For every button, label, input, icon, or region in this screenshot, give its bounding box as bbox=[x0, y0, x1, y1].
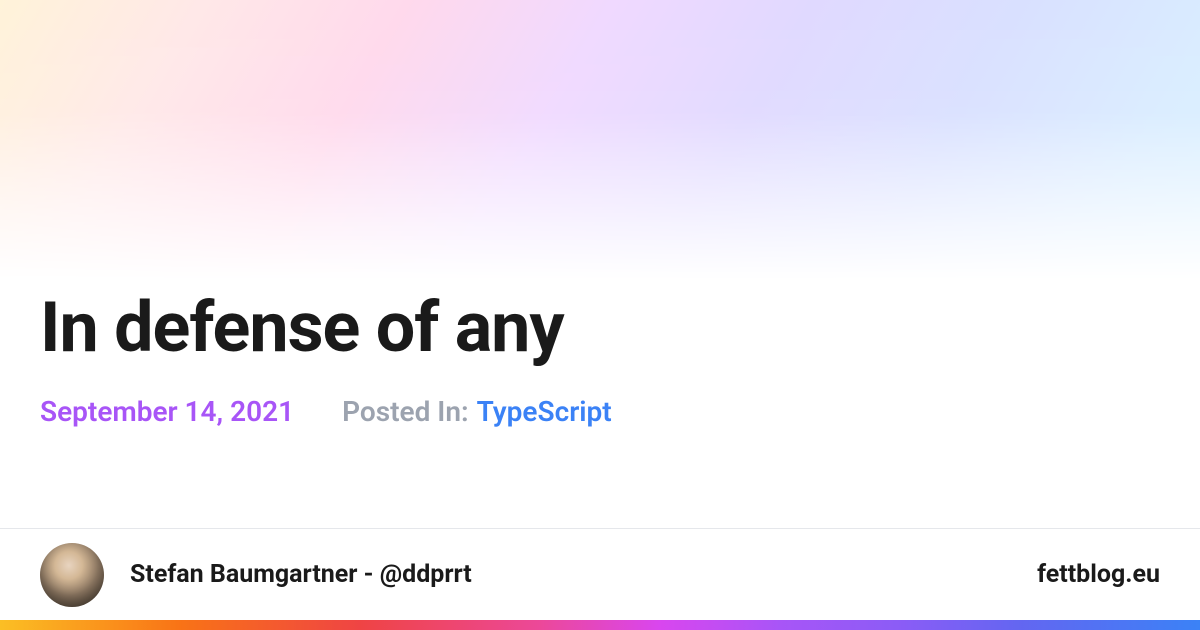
post-title: In defense of any bbox=[40, 290, 1160, 367]
avatar bbox=[40, 543, 104, 607]
post-date: September 14, 2021 bbox=[40, 395, 294, 428]
site-name[interactable]: fettblog.eu bbox=[1037, 560, 1160, 589]
header-gradient bbox=[0, 0, 1200, 280]
category-link[interactable]: TypeScript bbox=[477, 395, 612, 428]
posted-in-label: Posted In: bbox=[342, 395, 469, 428]
post-meta: September 14, 2021 Posted In: TypeScript bbox=[40, 395, 1160, 428]
footer: Stefan Baumgartner - @ddprrt fettblog.eu bbox=[0, 528, 1200, 630]
post-header: In defense of any September 14, 2021 Pos… bbox=[40, 290, 1160, 428]
accent-strip bbox=[0, 620, 1200, 630]
author-block: Stefan Baumgartner - @ddprrt bbox=[40, 543, 472, 607]
author-name: Stefan Baumgartner - @ddprrt bbox=[130, 560, 472, 589]
posted-in: Posted In: TypeScript bbox=[342, 395, 612, 428]
